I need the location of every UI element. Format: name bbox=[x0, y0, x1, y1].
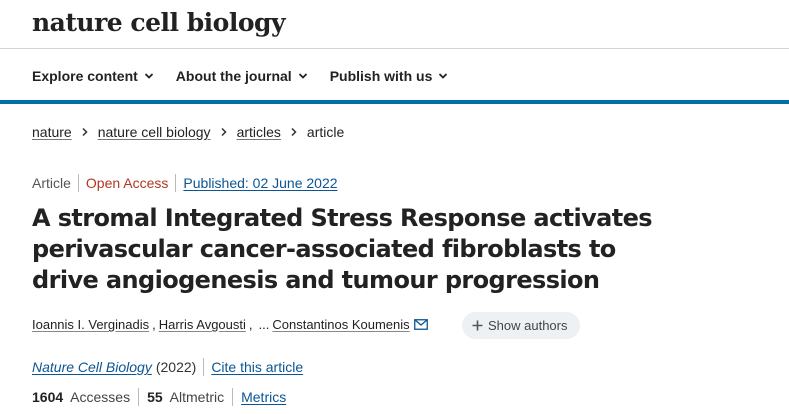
site-header: nature cell biology Explore content Abou… bbox=[0, 0, 789, 104]
nav-publish-with-us[interactable]: Publish with us bbox=[330, 68, 449, 84]
chevron-down-icon bbox=[298, 73, 307, 79]
chevron-right-icon bbox=[291, 127, 297, 137]
nav-about-journal-label: About the journal bbox=[175, 68, 292, 84]
altmetric-label: Altmetric bbox=[169, 389, 225, 405]
accesses-count: 1604 bbox=[32, 389, 64, 405]
publication-year: (2022) bbox=[155, 359, 197, 375]
mail-icon[interactable] bbox=[413, 319, 428, 330]
chevron-right-icon bbox=[82, 127, 88, 137]
plus-icon bbox=[472, 320, 483, 331]
breadcrumb-articles[interactable]: articles bbox=[237, 124, 281, 140]
journal-name-link[interactable]: Nature Cell Biology bbox=[32, 359, 152, 375]
published-date-link[interactable]: Published: 02 June 2022 bbox=[176, 175, 344, 191]
breadcrumb-current: article bbox=[306, 124, 345, 140]
author-avgousti[interactable]: Harris Avgousti bbox=[159, 317, 246, 332]
metrics-link[interactable]: Metrics bbox=[233, 389, 286, 405]
breadcrumb: nature nature cell biology articles arti… bbox=[32, 124, 344, 140]
citation-line: Nature Cell Biology (2022) Cite this art… bbox=[32, 358, 303, 376]
nav-explore-content-label: Explore content bbox=[32, 68, 138, 84]
author-verginadis[interactable]: Ioannis I. Verginadis bbox=[32, 317, 149, 332]
header-divider bbox=[0, 48, 789, 49]
main-nav: Explore content About the journal Publis… bbox=[32, 68, 448, 84]
chevron-down-icon bbox=[439, 73, 448, 79]
article-meta: Article Open Access Published: 02 June 2… bbox=[32, 174, 345, 192]
show-authors-label: Show authors bbox=[488, 318, 568, 333]
author-koumenis[interactable]: Constantinos Koumenis bbox=[272, 317, 409, 332]
breadcrumb-nature-cell-biology[interactable]: nature cell biology bbox=[98, 124, 211, 140]
altmetric-count: 55 bbox=[147, 389, 163, 405]
article-metrics: 1604 Accesses 55 Altmetric Metrics bbox=[32, 388, 286, 406]
journal-logo[interactable]: nature cell biology bbox=[32, 8, 286, 37]
author-list: Ioannis I. Verginadis , Harris Avgousti … bbox=[32, 317, 428, 332]
nav-publish-with-us-label: Publish with us bbox=[329, 68, 433, 84]
show-authors-button[interactable]: Show authors bbox=[462, 312, 580, 339]
author-comma: , bbox=[248, 317, 253, 332]
open-access-label: Open Access bbox=[85, 175, 169, 191]
breadcrumb-nature[interactable]: nature bbox=[32, 124, 72, 140]
author-ellipsis: ... bbox=[258, 317, 270, 332]
chevron-right-icon bbox=[221, 127, 227, 137]
nav-about-journal[interactable]: About the journal bbox=[176, 68, 308, 84]
nav-explore-content[interactable]: Explore content bbox=[32, 68, 154, 84]
accesses-label: Accesses bbox=[70, 389, 131, 405]
article-type: Article bbox=[32, 175, 71, 191]
article-title: A stromal Integrated Stress Response act… bbox=[32, 204, 653, 294]
chevron-down-icon bbox=[144, 73, 153, 79]
author-comma: , bbox=[152, 317, 156, 332]
cite-article-link[interactable]: Cite this article bbox=[204, 359, 303, 375]
